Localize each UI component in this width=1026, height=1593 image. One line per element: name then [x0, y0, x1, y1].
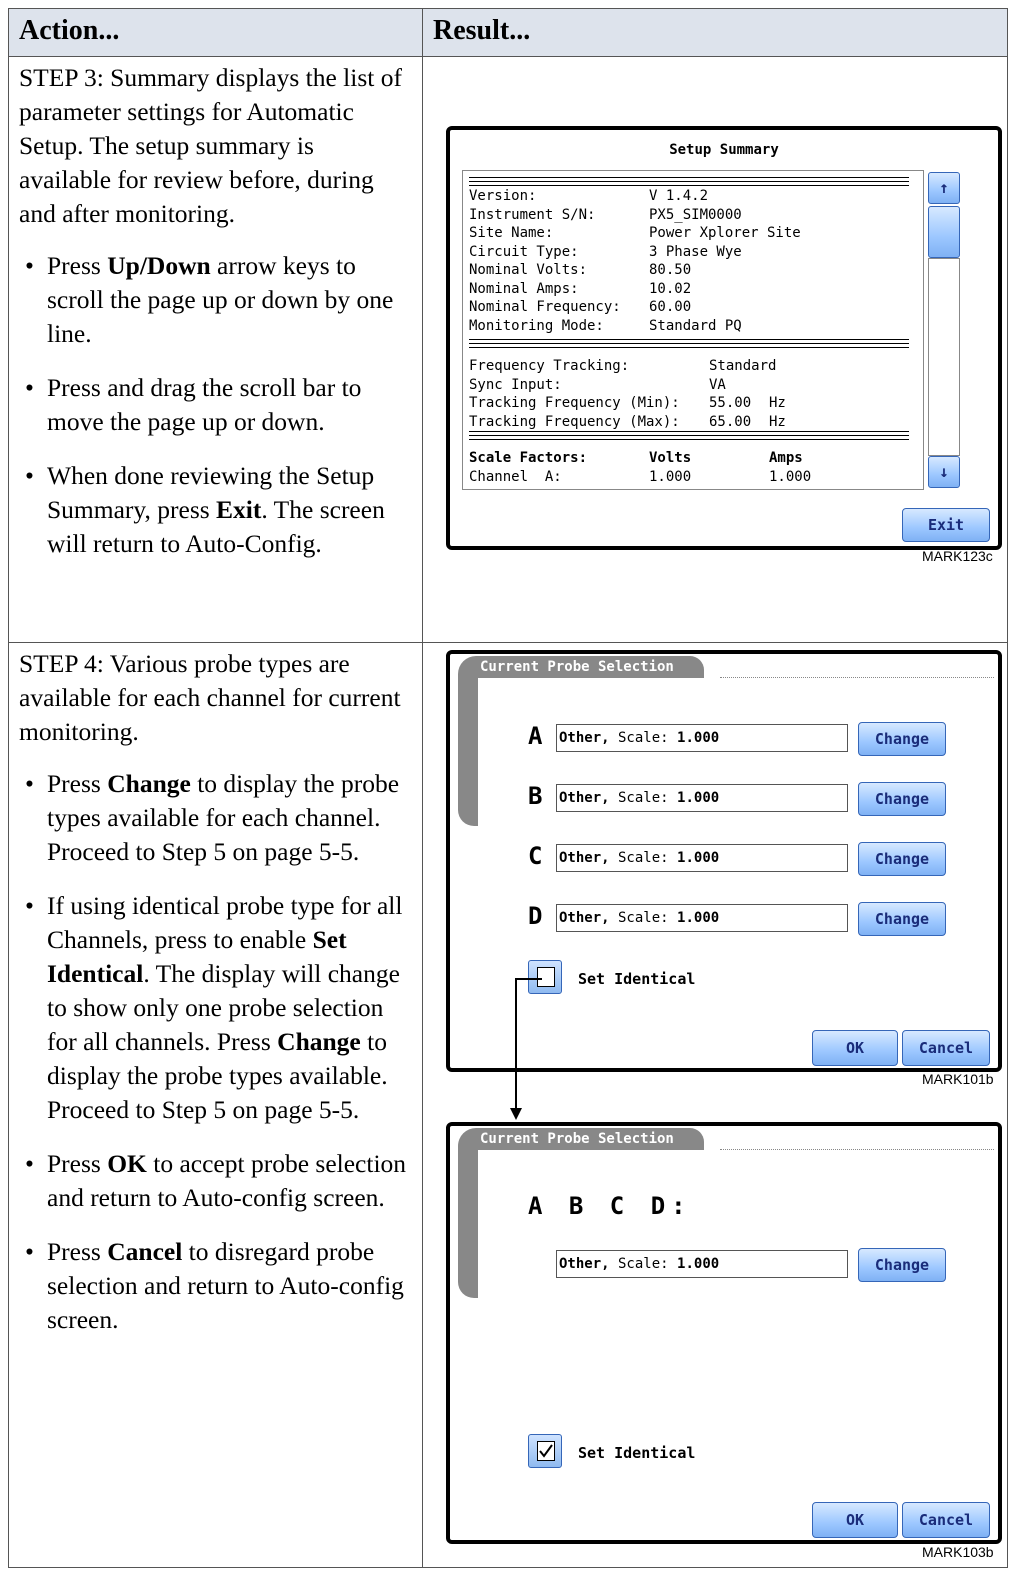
action-column-header: Action...: [19, 15, 120, 46]
figure-label-mark101b: MARK101b: [922, 1071, 994, 1087]
result-column-header: Result...: [433, 15, 531, 46]
separator: [469, 339, 909, 349]
change-button[interactable]: Change: [858, 1248, 946, 1282]
checkbox-box: [537, 1441, 555, 1461]
summary-row: Sync Input: VA: [469, 376, 726, 393]
summary-scrollbar[interactable]: ↑ ↓: [928, 170, 962, 490]
screen-side-tab: [458, 676, 478, 826]
separator: [469, 177, 909, 187]
step4-bullet-set-identical: If using identical probe type for all Ch…: [19, 889, 411, 1127]
probe-field-all: Other, Scale: 1.000: [556, 1250, 848, 1278]
summary-row: Version: V 1.4.2: [469, 188, 709, 204]
summary-row: Nominal Amps: 10.02: [469, 280, 692, 297]
change-button[interactable]: Change: [858, 842, 946, 876]
probe-selection-identical-screen: Current Probe Selection A B C D: Other, …: [446, 1122, 1002, 1544]
summary-row: Tracking Frequency (Min): 55.00 Hz: [469, 395, 786, 411]
step3-bullet-exit: When done reviewing the Setup Summary, p…: [19, 459, 411, 561]
tab-dotted-line: [720, 677, 994, 678]
channel-letter: D: [528, 902, 543, 930]
step3-bullet-scrollbar: Press and drag the scroll bar to move th…: [19, 371, 411, 439]
channel-letter: C: [528, 842, 543, 870]
channel-a-row: Channel A: 1.000 1.000: [469, 469, 812, 485]
separator: [469, 431, 909, 441]
step3-text: STEP 3: Summary displays the list of par…: [19, 61, 411, 561]
up-arrow-icon: ↑: [939, 178, 949, 197]
channel-letter: A: [528, 722, 543, 750]
column-divider: [422, 9, 423, 1567]
scroll-up-button[interactable]: ↑: [928, 172, 960, 204]
set-identical-label: Set Identical: [578, 1444, 696, 1462]
down-arrow-icon: ↓: [939, 462, 949, 481]
checkmark-icon: [539, 1444, 553, 1458]
change-button[interactable]: Change: [858, 902, 946, 936]
figure-label-mark123c: MARK123c: [922, 548, 993, 564]
cancel-button[interactable]: Cancel: [902, 1502, 990, 1538]
summary-row: Circuit Type: 3 Phase Wye: [469, 243, 742, 260]
setup-summary-title: Setup Summary: [669, 142, 779, 158]
header-divider: [9, 56, 1007, 57]
setup-summary-list: Version: V 1.4.2 Instrument S/N: PX5_SIM000…: [462, 170, 924, 490]
screen-side-tab: [458, 1148, 478, 1298]
connector-arrow: [510, 978, 542, 1120]
step3-bullet-updown: Press Up/Down arrow keys to scroll the p…: [19, 249, 411, 351]
probe-field: Other, Scale: 1.000: [556, 844, 848, 872]
step3-intro: STEP 3: Summary displays the list of par…: [19, 63, 402, 228]
tab-dotted-line: [720, 1149, 994, 1150]
step4-bullet-cancel: Press Cancel to disregard probe selectio…: [19, 1235, 411, 1337]
summary-row: Site Name: Power Xplorer Site: [469, 225, 801, 241]
all-channels-label: A B C D:: [528, 1192, 692, 1220]
set-identical-checkbox[interactable]: [528, 1434, 562, 1468]
change-button[interactable]: Change: [858, 782, 946, 816]
set-identical-label: Set Identical: [578, 970, 696, 988]
scale-factors-header: Scale Factors: Volts Amps: [469, 450, 803, 466]
summary-row: Monitoring Mode: Standard PQ: [469, 317, 742, 334]
change-button[interactable]: Change: [858, 722, 946, 756]
probe-selection-tab: Current Probe Selection: [458, 1128, 704, 1150]
probe-field: Other, Scale: 1.000: [556, 784, 848, 812]
scroll-track-area[interactable]: [928, 258, 960, 456]
step4-bullet-change: Press Change to display the probe types …: [19, 767, 411, 869]
scroll-thumb[interactable]: [928, 206, 960, 258]
summary-row: Instrument S/N: PX5_SIM0000: [469, 206, 742, 223]
summary-row: Nominal Frequency: 60.00: [469, 299, 692, 315]
figure-label-mark103b: MARK103b: [922, 1544, 994, 1560]
step4-intro: STEP 4: Various probe types are availabl…: [19, 649, 401, 746]
ok-button[interactable]: OK: [812, 1502, 898, 1538]
step4-bullet-ok: Press OK to accept probe selection and r…: [19, 1147, 411, 1215]
probe-field: Other, Scale: 1.000: [556, 904, 848, 932]
summary-row: Tracking Frequency (Max): 65.00 Hz: [469, 413, 786, 430]
row-divider: [9, 642, 1007, 643]
exit-button[interactable]: Exit: [902, 508, 990, 542]
setup-summary-screen: Setup Summary Version: V 1.4.2 Instrument …: [446, 126, 1002, 550]
ok-button[interactable]: OK: [812, 1030, 898, 1066]
scroll-down-button[interactable]: ↓: [928, 456, 960, 488]
channel-letter: B: [528, 782, 543, 810]
summary-row: Frequency Tracking: Standard: [469, 358, 777, 374]
probe-field: Other, Scale: 1.000: [556, 724, 848, 752]
probe-selection-tab: Current Probe Selection: [458, 656, 704, 678]
summary-row: Nominal Volts: 80.50: [469, 262, 692, 278]
step4-text: STEP 4: Various probe types are availabl…: [19, 647, 411, 1337]
cancel-button[interactable]: Cancel: [902, 1030, 990, 1066]
